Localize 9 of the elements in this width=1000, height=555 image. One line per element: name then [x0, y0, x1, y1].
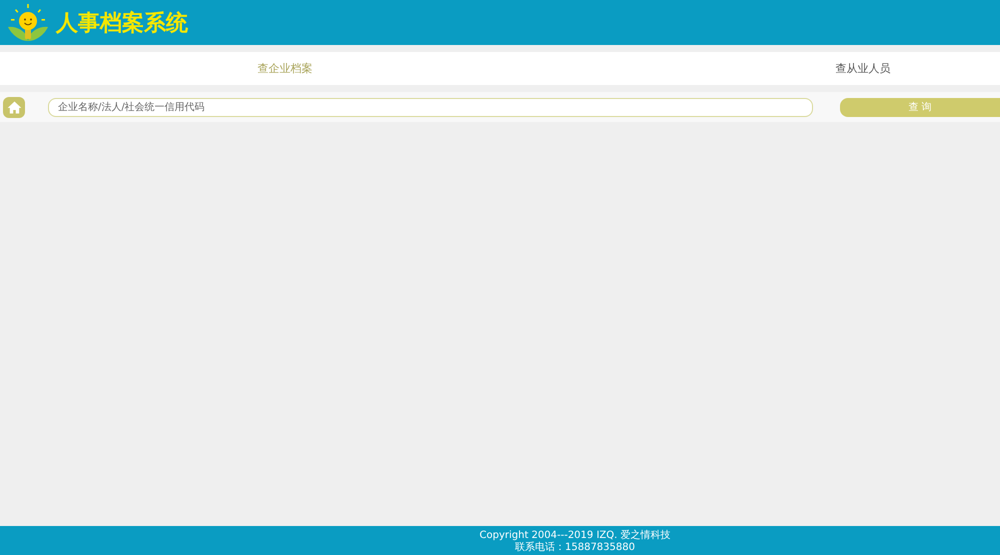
search-button[interactable]: 查 询 [840, 98, 1000, 116]
tab[interactable]: 查企业档案 [0, 52, 570, 85]
home-icon[interactable] [3, 96, 25, 118]
app-title: 人事档案系统 [56, 10, 188, 38]
footer-text: Copyright 2004---2019 IZQ. 爱之情科技 [480, 530, 670, 542]
search-field[interactable]: 企业名称/法人/社会统一信用代码 [48, 98, 813, 116]
tab[interactable]: 查从业人员 [726, 52, 1000, 85]
footer-text: 联系电话：15887835880 [515, 542, 635, 554]
lightbulb-logo-icon [6, 2, 50, 42]
